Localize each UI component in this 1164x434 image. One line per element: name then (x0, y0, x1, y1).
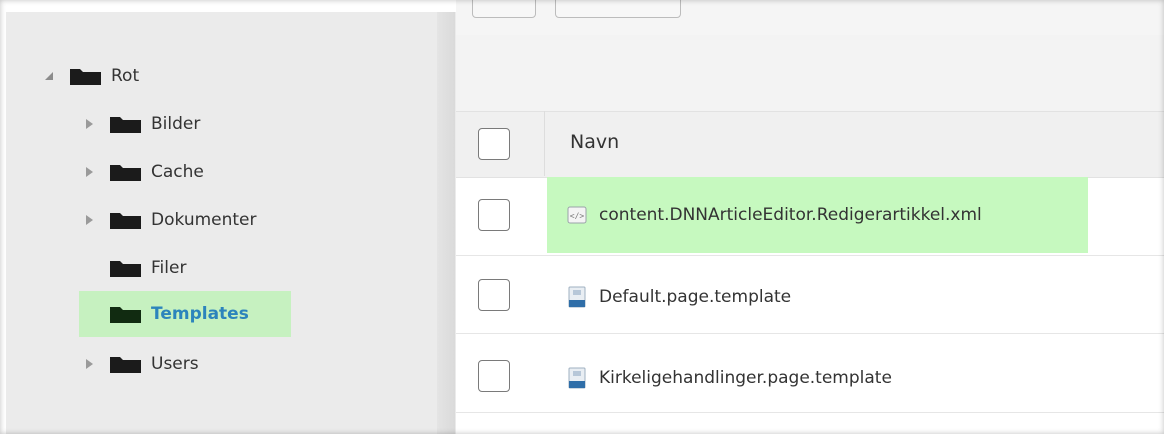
grid-header (456, 111, 1164, 178)
column-divider (544, 111, 545, 176)
file-name: content.DNNArticleEditor.Redigerartikkel… (599, 205, 982, 225)
expand-triangle-icon[interactable] (80, 355, 98, 373)
svg-text:</>: </> (570, 212, 585, 221)
row-checkbox[interactable] (478, 279, 510, 311)
template-file-icon (567, 367, 587, 389)
folder-icon (110, 115, 141, 133)
file-name: Default.page.template (599, 287, 792, 307)
column-header-name[interactable]: Navn (570, 131, 619, 153)
tree-node-cache[interactable]: Cache (80, 157, 204, 187)
select-all-checkbox[interactable] (478, 128, 510, 160)
tree-node-label: Templates (151, 304, 249, 324)
folder-icon (110, 355, 141, 373)
row-checkbox[interactable] (478, 199, 510, 231)
tree-node-templates[interactable]: Templates (79, 291, 291, 337)
tree-node-label: Bilder (151, 114, 201, 134)
file-name-cell[interactable]: Default.page.template (567, 283, 791, 311)
tree-node-label: Dokumenter (151, 210, 257, 230)
file-name-cell[interactable]: Kirkeligehandlinger.page.template (567, 364, 892, 392)
expand-triangle-icon[interactable] (80, 163, 98, 181)
tree-node-label: Filer (151, 258, 187, 278)
collapse-triangle-icon[interactable] (40, 67, 58, 85)
folder-icon (110, 305, 141, 323)
template-file-icon (567, 286, 587, 308)
tree-node-label: Cache (151, 162, 204, 182)
tree-node-label: Users (151, 354, 199, 374)
tree-node-root[interactable]: Rot (40, 61, 139, 91)
row-checkbox[interactable] (478, 360, 510, 392)
folder-icon (70, 67, 101, 85)
folder-icon (110, 211, 141, 229)
sidebar-splitter[interactable] (437, 12, 455, 434)
toolbar-band (456, 35, 1164, 111)
tree-node-bilder[interactable]: Bilder (80, 109, 200, 139)
toolbar-button[interactable] (472, 0, 536, 18)
expand-triangle-icon[interactable] (80, 211, 98, 229)
folder-icon (110, 163, 141, 181)
expand-triangle-icon[interactable] (80, 115, 98, 133)
tree-node-users[interactable]: Users (80, 349, 199, 379)
file-name-cell[interactable]: </> content.DNNArticleEditor.Redigerarti… (547, 177, 1088, 253)
table-row[interactable] (456, 255, 1164, 334)
tree-node-filer[interactable]: Filer (110, 253, 186, 283)
folder-icon (110, 259, 141, 277)
file-name: Kirkeligehandlinger.page.template (599, 368, 892, 388)
tree-node-dokumenter[interactable]: Dokumenter (80, 205, 257, 235)
xml-file-icon: </> (567, 205, 587, 225)
toolbar-button[interactable] (555, 0, 681, 18)
tree-node-label: Rot (111, 66, 140, 86)
